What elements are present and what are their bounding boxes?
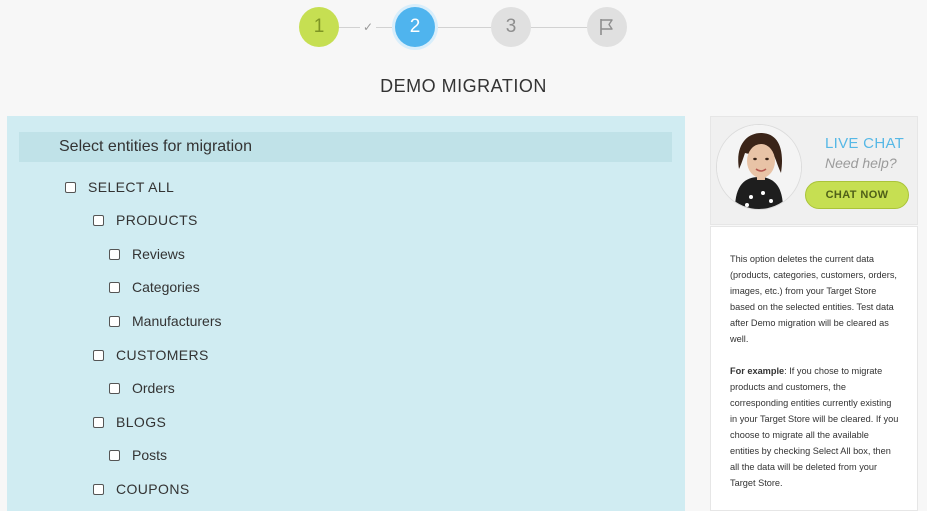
entity-label: CUSTOMERS xyxy=(116,347,209,363)
categories-checkbox[interactable] xyxy=(109,281,120,293)
entity-label: BLOGS xyxy=(116,414,167,430)
agent-portrait-icon xyxy=(717,125,801,209)
entity-label: Categories xyxy=(132,279,200,295)
chat-now-button[interactable]: CHAT NOW xyxy=(805,181,909,209)
live-chat-box: LIVE CHAT Need help? CHAT NOW xyxy=(710,116,918,225)
need-help-text: Need help? xyxy=(825,155,897,171)
live-chat-title: LIVE CHAT xyxy=(825,135,905,152)
check-icon: ✓ xyxy=(360,19,376,35)
entity-label: Reviews xyxy=(132,246,185,262)
flag-icon xyxy=(600,19,613,35)
step-connector xyxy=(435,27,491,28)
select-all-checkbox[interactable] xyxy=(65,181,76,193)
info-box: This option deletes the current data (pr… xyxy=(710,226,918,511)
support-agent-avatar xyxy=(716,124,802,210)
manufacturers-checkbox[interactable] xyxy=(109,315,120,327)
entity-label: Manufacturers xyxy=(132,313,222,329)
entity-label: Orders xyxy=(132,380,175,396)
reviews-checkbox[interactable] xyxy=(109,248,120,260)
posts-checkbox[interactable] xyxy=(109,449,120,461)
entity-label: Posts xyxy=(132,447,168,463)
entity-manufacturers[interactable]: Manufacturers xyxy=(109,313,221,329)
step-2[interactable]: 2 xyxy=(395,7,435,47)
entity-reviews[interactable]: Reviews xyxy=(109,246,185,262)
entity-label: PRODUCTS xyxy=(116,212,198,228)
example-label: For example xyxy=(730,366,785,376)
entity-orders[interactable]: Orders xyxy=(109,380,175,396)
step-1[interactable]: 1 xyxy=(299,7,339,47)
info-paragraph: This option deletes the current data (pr… xyxy=(730,254,897,344)
entity-blogs[interactable]: BLOGS xyxy=(93,414,166,430)
migration-stepper: ✓ 1 2 3 xyxy=(0,5,927,51)
blogs-checkbox[interactable] xyxy=(93,416,104,428)
example-text: : If you chose to migrate products and c… xyxy=(730,366,899,488)
entity-label: COUPONS xyxy=(116,481,190,497)
customers-checkbox[interactable] xyxy=(93,349,104,361)
step-3[interactable]: 3 xyxy=(491,7,531,47)
products-checkbox[interactable] xyxy=(93,214,104,226)
coupons-checkbox[interactable] xyxy=(93,483,104,495)
step-connector xyxy=(531,27,587,28)
entity-categories[interactable]: Categories xyxy=(109,279,200,295)
info-example-paragraph: For example: If you chose to migrate pro… xyxy=(730,363,899,491)
entity-customers[interactable]: CUSTOMERS xyxy=(93,347,209,363)
entity-products[interactable]: PRODUCTS xyxy=(93,212,198,228)
page-title: DEMO MIGRATION xyxy=(380,76,547,96)
select-all-label: SELECT ALL xyxy=(88,179,175,195)
entities-panel-header: Select entities for migration xyxy=(19,132,672,162)
select-all-option[interactable]: SELECT ALL xyxy=(65,179,174,195)
entities-panel: Select entities for migration SELECT ALL… xyxy=(7,116,685,511)
orders-checkbox[interactable] xyxy=(109,382,120,394)
entity-posts[interactable]: Posts xyxy=(109,447,167,463)
step-finish[interactable] xyxy=(587,7,627,47)
entity-coupons[interactable]: COUPONS xyxy=(93,481,190,497)
